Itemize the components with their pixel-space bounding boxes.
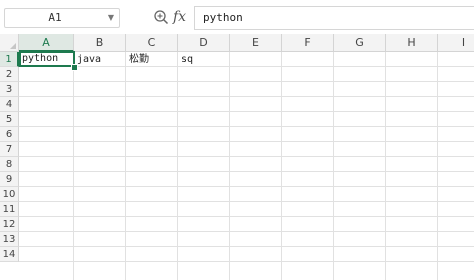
column-gridline: [73, 52, 74, 280]
row-header-13[interactable]: 13: [0, 232, 19, 247]
row-header-10[interactable]: 10: [0, 187, 19, 202]
column-gridline: [281, 52, 282, 280]
column-header-a[interactable]: A: [19, 34, 74, 52]
column-header-b[interactable]: B: [74, 34, 126, 52]
row-gridline: [19, 171, 474, 172]
cell-c1[interactable]: 松勤: [126, 52, 178, 67]
cell-d1[interactable]: sq: [178, 52, 230, 67]
column-header-e[interactable]: E: [230, 34, 282, 52]
select-all-corner[interactable]: [0, 34, 19, 52]
column-gridline: [125, 52, 126, 280]
column-header-i[interactable]: I: [438, 34, 474, 52]
row-gridline: [19, 81, 474, 82]
row-header-9[interactable]: 9: [0, 172, 19, 187]
column-gridline: [437, 52, 438, 280]
row-header-8[interactable]: 8: [0, 157, 19, 172]
row-gridline: [19, 156, 474, 157]
row-header-7[interactable]: 7: [0, 142, 19, 157]
row-header-3[interactable]: 3: [0, 82, 19, 97]
row-header-2[interactable]: 2: [0, 67, 19, 82]
column-gridline: [385, 52, 386, 280]
formula-input[interactable]: python: [194, 6, 474, 30]
formula-bar: A1 ▼ fx python: [0, 0, 474, 34]
row-header-5[interactable]: 5: [0, 112, 19, 127]
row-header-14[interactable]: 14: [0, 247, 19, 262]
row-gridline: [19, 231, 474, 232]
formula-value: python: [203, 11, 243, 24]
name-box[interactable]: A1 ▼: [4, 8, 120, 28]
row-gridline: [19, 126, 474, 127]
row-header-11[interactable]: 11: [0, 202, 19, 217]
column-header-f[interactable]: F: [282, 34, 334, 52]
fx-icon[interactable]: fx: [173, 8, 189, 26]
column-gridline: [177, 52, 178, 280]
row-gridline: [19, 186, 474, 187]
spreadsheet-grid[interactable]: A B C D E F G H I 1 2 3 4 5 6 7 8 9 10 11 12 13 14 python java 松勤…: [0, 34, 474, 280]
row-header-6[interactable]: 6: [0, 127, 19, 142]
row-header-4[interactable]: 4: [0, 97, 19, 112]
chevron-down-icon[interactable]: ▼: [105, 9, 117, 27]
row-gridline: [19, 111, 474, 112]
column-header-c[interactable]: C: [126, 34, 178, 52]
row-header-1[interactable]: 1: [0, 52, 19, 67]
column-header-g[interactable]: G: [334, 34, 386, 52]
column-gridline: [333, 52, 334, 280]
name-box-value: A1: [48, 11, 62, 24]
row-gridline: [19, 246, 474, 247]
cell-a1[interactable]: python: [19, 51, 75, 67]
zoom-icon[interactable]: [153, 9, 169, 25]
row-gridline: [19, 141, 474, 142]
column-header-d[interactable]: D: [178, 34, 230, 52]
row-gridline: [19, 261, 474, 262]
row-header-12[interactable]: 12: [0, 217, 19, 232]
cell-b1[interactable]: java: [74, 52, 126, 67]
column-gridline: [229, 52, 230, 280]
column-header-h[interactable]: H: [386, 34, 438, 52]
row-gridline: [19, 216, 474, 217]
row-gridline: [19, 96, 474, 97]
spreadsheet-app: A1 ▼ fx python A B C D E F G H I 1 2 3 4 5 6 7 8 9 10 11 12 1…: [0, 0, 474, 280]
row-gridline: [19, 201, 474, 202]
corner-triangle-icon: [10, 43, 16, 49]
